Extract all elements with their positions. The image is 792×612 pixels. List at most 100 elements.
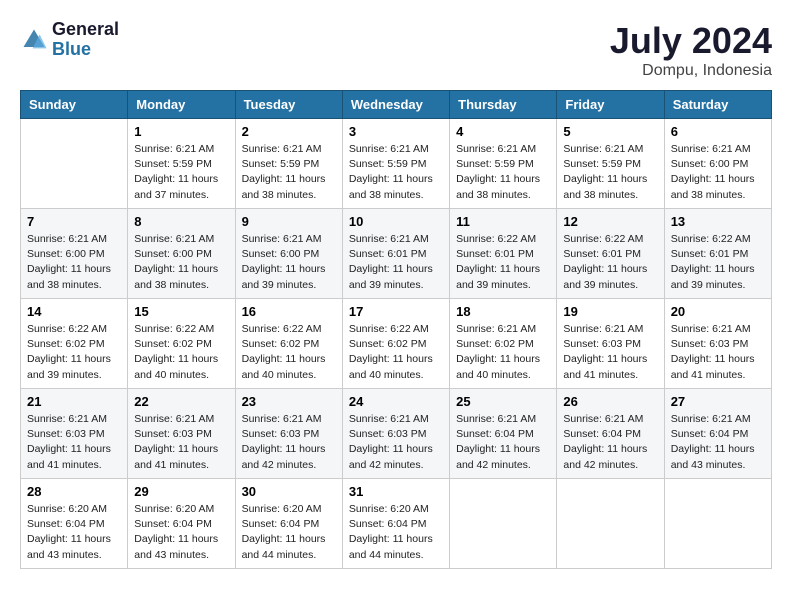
table-row: 31 Sunrise: 6:20 AMSunset: 6:04 PMDayligh… [342, 479, 449, 569]
logo-line1: General [52, 20, 119, 40]
day-number: 12 [563, 214, 657, 229]
day-number: 3 [349, 124, 443, 139]
day-number: 26 [563, 394, 657, 409]
header-friday: Friday [557, 91, 664, 119]
header-monday: Monday [128, 91, 235, 119]
day-info: Sunrise: 6:21 AMSunset: 6:04 PMDaylight:… [456, 412, 550, 473]
day-number: 19 [563, 304, 657, 319]
day-number: 11 [456, 214, 550, 229]
day-info: Sunrise: 6:21 AMSunset: 5:59 PMDaylight:… [134, 142, 228, 203]
table-row: 6 Sunrise: 6:21 AMSunset: 6:00 PMDaylight… [664, 119, 771, 209]
header-wednesday: Wednesday [342, 91, 449, 119]
table-row: 7 Sunrise: 6:21 AMSunset: 6:00 PMDaylight… [21, 209, 128, 299]
day-info: Sunrise: 6:22 AMSunset: 6:02 PMDaylight:… [349, 322, 443, 383]
day-number: 16 [242, 304, 336, 319]
day-number: 30 [242, 484, 336, 499]
day-info: Sunrise: 6:21 AMSunset: 6:02 PMDaylight:… [456, 322, 550, 383]
day-info: Sunrise: 6:21 AMSunset: 6:03 PMDaylight:… [27, 412, 121, 473]
table-row: 2 Sunrise: 6:21 AMSunset: 5:59 PMDaylight… [235, 119, 342, 209]
month-title: July 2024 [610, 20, 772, 62]
logo-line2: Blue [52, 40, 119, 60]
day-info: Sunrise: 6:21 AMSunset: 5:59 PMDaylight:… [242, 142, 336, 203]
day-number: 18 [456, 304, 550, 319]
table-row: 22Sunrise: 6:21 AMSunset: 6:03 PMDayligh… [128, 389, 235, 479]
day-info: Sunrise: 6:21 AMSunset: 6:04 PMDaylight:… [563, 412, 657, 473]
table-row [557, 479, 664, 569]
day-number: 20 [671, 304, 765, 319]
table-row: 9Sunrise: 6:21 AMSunset: 6:00 PMDaylight… [235, 209, 342, 299]
day-info: Sunrise: 6:22 AMSunset: 6:02 PMDaylight:… [134, 322, 228, 383]
table-row: 29 Sunrise: 6:20 AMSunset: 6:04 PMDayligh… [128, 479, 235, 569]
table-row: 4 Sunrise: 6:21 AMSunset: 5:59 PMDaylight… [450, 119, 557, 209]
table-row: 25Sunrise: 6:21 AMSunset: 6:04 PMDayligh… [450, 389, 557, 479]
day-info: Sunrise: 6:21 AMSunset: 6:00 PMDaylight:… [671, 142, 765, 203]
day-info: Sunrise: 6:22 AMSunset: 6:02 PMDaylight:… [242, 322, 336, 383]
day-info: Sunrise: 6:21 AMSunset: 6:04 PMDaylight:… [671, 412, 765, 473]
day-info: Sunrise: 6:21 AMSunset: 5:59 PMDaylight:… [563, 142, 657, 203]
day-number: 31 [349, 484, 443, 499]
day-info: Sunrise: 6:22 AMSunset: 6:01 PMDaylight:… [563, 232, 657, 293]
day-number: 9 [242, 214, 336, 229]
day-info: Sunrise: 6:20 AMSunset: 6:04 PMDaylight:… [134, 502, 228, 563]
day-info: Sunrise: 6:21 AMSunset: 5:59 PMDaylight:… [349, 142, 443, 203]
day-number: 23 [242, 394, 336, 409]
table-row: 16 Sunrise: 6:22 AMSunset: 6:02 PMDayligh… [235, 299, 342, 389]
day-number: 14 [27, 304, 121, 319]
table-row: 18 Sunrise: 6:21 AMSunset: 6:02 PMDayligh… [450, 299, 557, 389]
day-info: Sunrise: 6:20 AMSunset: 6:04 PMDaylight:… [27, 502, 121, 563]
table-row: 13Sunrise: 6:22 AMSunset: 6:01 PMDayligh… [664, 209, 771, 299]
table-row: 19 Sunrise: 6:21 AMSunset: 6:03 PMDayligh… [557, 299, 664, 389]
day-number: 27 [671, 394, 765, 409]
day-info: Sunrise: 6:20 AMSunset: 6:04 PMDaylight:… [349, 502, 443, 563]
table-row: 15 Sunrise: 6:22 AMSunset: 6:02 PMDayligh… [128, 299, 235, 389]
day-info: Sunrise: 6:21 AMSunset: 6:03 PMDaylight:… [671, 322, 765, 383]
table-row: 26 Sunrise: 6:21 AMSunset: 6:04 PMDayligh… [557, 389, 664, 479]
calendar-row: 1 Sunrise: 6:21 AMSunset: 5:59 PMDaylight… [21, 119, 772, 209]
day-number: 1 [134, 124, 228, 139]
table-row: 21 Sunrise: 6:21 AMSunset: 6:03 PMDayligh… [21, 389, 128, 479]
day-info: Sunrise: 6:22 AMSunset: 6:01 PMDaylight:… [456, 232, 550, 293]
table-row: 24Sunrise: 6:21 AMSunset: 6:03 PMDayligh… [342, 389, 449, 479]
table-row: 5 Sunrise: 6:21 AMSunset: 5:59 PMDaylight… [557, 119, 664, 209]
day-info: Sunrise: 6:20 AMSunset: 6:04 PMDaylight:… [242, 502, 336, 563]
day-number: 28 [27, 484, 121, 499]
day-info: Sunrise: 6:22 AMSunset: 6:01 PMDaylight:… [671, 232, 765, 293]
day-number: 29 [134, 484, 228, 499]
header-tuesday: Tuesday [235, 91, 342, 119]
header-saturday: Saturday [664, 91, 771, 119]
day-number: 4 [456, 124, 550, 139]
location-title: Dompu, Indonesia [610, 62, 772, 80]
day-number: 7 [27, 214, 121, 229]
table-row [664, 479, 771, 569]
calendar-row: 7 Sunrise: 6:21 AMSunset: 6:00 PMDaylight… [21, 209, 772, 299]
table-row: 14 Sunrise: 6:22 AMSunset: 6:02 PMDayligh… [21, 299, 128, 389]
day-number: 6 [671, 124, 765, 139]
table-row: 27 Sunrise: 6:21 AMSunset: 6:04 PMDayligh… [664, 389, 771, 479]
table-row: 28 Sunrise: 6:20 AMSunset: 6:04 PMDayligh… [21, 479, 128, 569]
day-info: Sunrise: 6:21 AMSunset: 6:03 PMDaylight:… [134, 412, 228, 473]
day-info: Sunrise: 6:21 AMSunset: 6:01 PMDaylight:… [349, 232, 443, 293]
calendar-table: Sunday Monday Tuesday Wednesday Thursday… [20, 90, 772, 569]
day-info: Sunrise: 6:22 AMSunset: 6:02 PMDaylight:… [27, 322, 121, 383]
table-row: 8Sunrise: 6:21 AMSunset: 6:00 PMDaylight… [128, 209, 235, 299]
day-info: Sunrise: 6:21 AMSunset: 6:03 PMDaylight:… [563, 322, 657, 383]
table-row [21, 119, 128, 209]
header-sunday: Sunday [21, 91, 128, 119]
day-number: 21 [27, 394, 121, 409]
day-number: 5 [563, 124, 657, 139]
title-section: July 2024 Dompu, Indonesia [610, 20, 772, 80]
day-number: 10 [349, 214, 443, 229]
table-row: 10 Sunrise: 6:21 AMSunset: 6:01 PMDayligh… [342, 209, 449, 299]
header-thursday: Thursday [450, 91, 557, 119]
table-row: 3 Sunrise: 6:21 AMSunset: 5:59 PMDaylight… [342, 119, 449, 209]
header-row: Sunday Monday Tuesday Wednesday Thursday… [21, 91, 772, 119]
table-row: 23Sunrise: 6:21 AMSunset: 6:03 PMDayligh… [235, 389, 342, 479]
day-number: 2 [242, 124, 336, 139]
table-row: 11 Sunrise: 6:22 AMSunset: 6:01 PMDayligh… [450, 209, 557, 299]
day-info: Sunrise: 6:21 AMSunset: 6:00 PMDaylight:… [134, 232, 228, 293]
day-info: Sunrise: 6:21 AMSunset: 6:00 PMDaylight:… [27, 232, 121, 293]
calendar-row: 28 Sunrise: 6:20 AMSunset: 6:04 PMDayligh… [21, 479, 772, 569]
day-info: Sunrise: 6:21 AMSunset: 5:59 PMDaylight:… [456, 142, 550, 203]
day-number: 15 [134, 304, 228, 319]
day-number: 17 [349, 304, 443, 319]
